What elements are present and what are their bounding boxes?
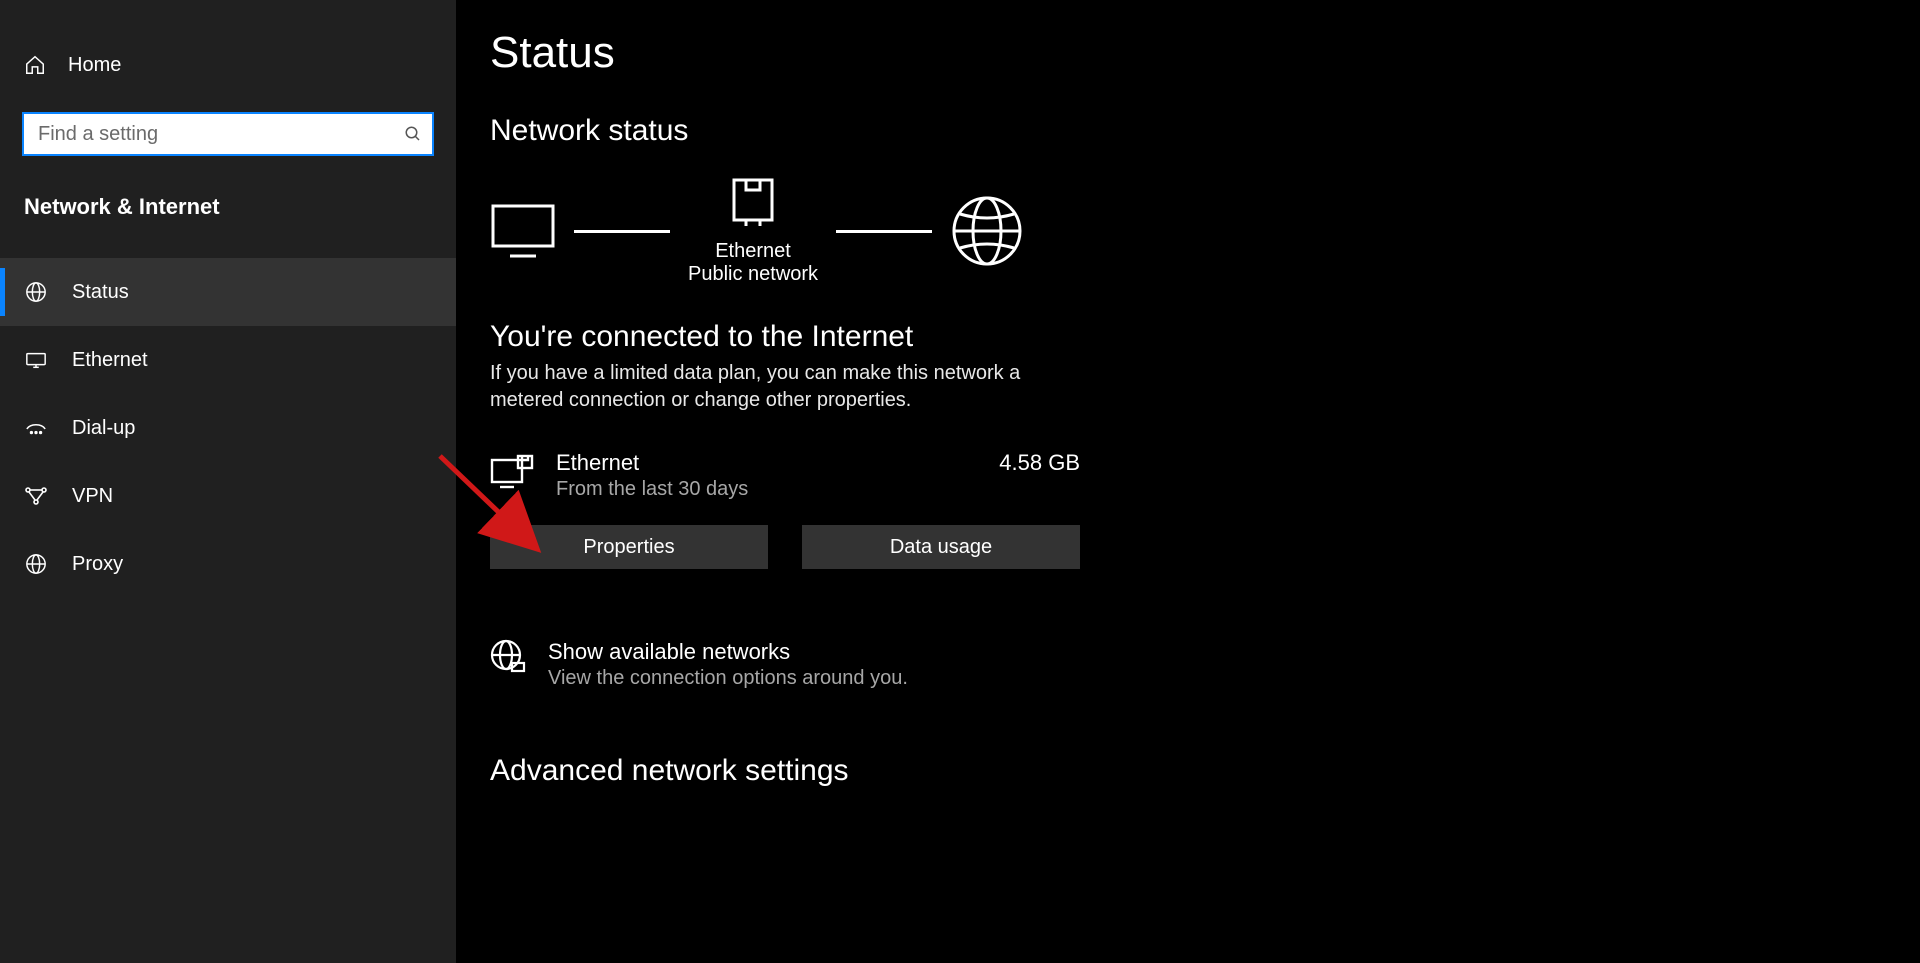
diagram-line bbox=[574, 230, 670, 233]
connection-row: Ethernet From the last 30 days 4.58 GB bbox=[490, 450, 1080, 501]
sidebar-item-vpn[interactable]: VPN bbox=[0, 462, 456, 530]
show-networks-title: Show available networks bbox=[548, 639, 908, 665]
sidebar-item-label: Ethernet bbox=[72, 349, 148, 372]
network-list-icon bbox=[490, 639, 526, 675]
sidebar-nav: Status Ethernet Dial-up bbox=[0, 258, 456, 598]
sidebar-item-label: Proxy bbox=[72, 553, 123, 576]
sidebar-item-label: VPN bbox=[72, 485, 113, 508]
main-content: Status Network status Ethernet Public ne… bbox=[456, 0, 1920, 963]
connected-body: If you have a limited data plan, you can… bbox=[490, 360, 1050, 414]
show-networks-sub: View the connection options around you. bbox=[548, 667, 908, 690]
sidebar-item-label: Status bbox=[72, 281, 129, 304]
home-button[interactable]: Home bbox=[0, 42, 456, 88]
connection-sub: From the last 30 days bbox=[556, 478, 999, 501]
ethernet-icon bbox=[24, 349, 48, 371]
search-field[interactable] bbox=[38, 123, 404, 146]
network-status-heading: Network status bbox=[490, 114, 1920, 148]
properties-button[interactable]: Properties bbox=[490, 525, 768, 569]
network-diagram: Ethernet Public network bbox=[490, 176, 1920, 286]
diagram-connection-name: Ethernet bbox=[715, 240, 791, 263]
data-usage-button[interactable]: Data usage bbox=[802, 525, 1080, 569]
sidebar-item-ethernet[interactable]: Ethernet bbox=[0, 326, 456, 394]
proxy-icon bbox=[24, 553, 48, 575]
home-icon bbox=[24, 54, 46, 76]
ethernet-adapter-icon bbox=[490, 454, 534, 492]
category-heading: Network & Internet bbox=[0, 156, 456, 220]
sidebar-item-label: Dial-up bbox=[72, 417, 135, 440]
advanced-heading: Advanced network settings bbox=[490, 754, 1920, 788]
sidebar-item-status[interactable]: Status bbox=[0, 258, 456, 326]
sidebar-item-proxy[interactable]: Proxy bbox=[0, 530, 456, 598]
search-icon bbox=[404, 125, 422, 143]
globe-icon bbox=[24, 281, 48, 303]
sidebar: Home Network & Internet Statu bbox=[0, 0, 456, 963]
page-title: Status bbox=[490, 28, 1920, 78]
vpn-icon bbox=[24, 486, 48, 506]
diagram-connection-type: Public network bbox=[688, 263, 818, 286]
search-input[interactable] bbox=[22, 112, 434, 156]
connection-name: Ethernet bbox=[556, 450, 999, 476]
connection-usage: 4.58 GB bbox=[999, 450, 1080, 476]
show-available-networks[interactable]: Show available networks View the connect… bbox=[490, 639, 1920, 690]
dialup-icon bbox=[24, 419, 48, 437]
sidebar-item-dialup[interactable]: Dial-up bbox=[0, 394, 456, 462]
home-label: Home bbox=[68, 54, 121, 77]
router-icon bbox=[730, 176, 776, 230]
connected-heading: You're connected to the Internet bbox=[490, 320, 1920, 354]
computer-icon bbox=[490, 203, 556, 259]
diagram-line bbox=[836, 230, 932, 233]
globe-large-icon bbox=[950, 194, 1024, 268]
